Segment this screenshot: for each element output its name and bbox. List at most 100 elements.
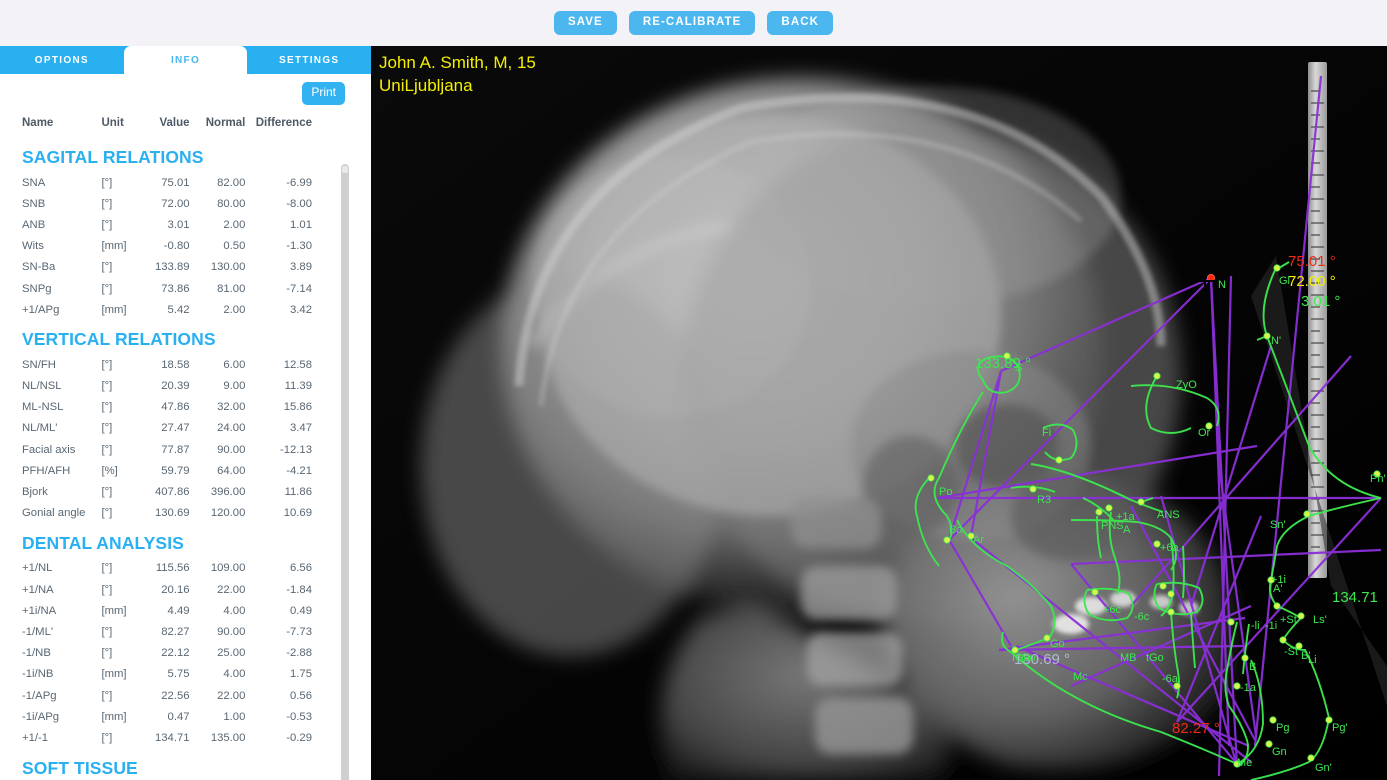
cell-value: 82.27 bbox=[161, 625, 190, 638]
cell-unit: [°] bbox=[101, 218, 113, 231]
table-row[interactable]: -1/APg [°] 22.56 22.00 0.56 bbox=[22, 685, 312, 706]
table-row[interactable]: ML-NSL [°] 47.86 32.00 15.86 bbox=[22, 397, 312, 418]
table-row[interactable]: NL/NSL [°] 20.39 9.00 11.39 bbox=[22, 376, 312, 397]
save-button[interactable]: SAVE bbox=[553, 10, 617, 36]
table-row[interactable]: SN/FH [°] 18.58 6.00 12.58 bbox=[22, 354, 312, 375]
cell-name: +1/NL bbox=[22, 562, 53, 575]
section-header-row: SAGITAL RELATIONS bbox=[22, 138, 312, 172]
cell-unit: [mm] bbox=[101, 668, 127, 681]
cell-name: ML-NSL bbox=[22, 401, 64, 414]
table-row[interactable]: Gonial angle [°] 130.69 120.00 10.69 bbox=[22, 503, 312, 524]
table-row[interactable]: -1/NB [°] 22.12 25.00 -2.88 bbox=[22, 643, 312, 664]
cell-value: 407.86 bbox=[154, 486, 190, 499]
table-row[interactable]: +1/NA [°] 20.16 22.00 -1.84 bbox=[22, 579, 312, 600]
table-row[interactable]: -1i/NB [mm] 5.75 4.00 1.75 bbox=[22, 664, 312, 685]
cell-unit: [°] bbox=[101, 625, 113, 638]
cell-value: 4.49 bbox=[167, 604, 190, 617]
cell-unit: [°] bbox=[101, 176, 113, 189]
cell-unit: [°] bbox=[101, 562, 113, 575]
cell-unit: [°] bbox=[101, 443, 113, 456]
cell-value: 115.56 bbox=[155, 562, 190, 575]
top-toolbar: SAVE RE-CALIBRATE BACK bbox=[0, 0, 1387, 46]
table-row[interactable]: SNB [°] 72.00 80.00 -8.00 bbox=[22, 193, 312, 214]
cell-value: 27.47 bbox=[161, 422, 190, 435]
cell-value: 77.87 bbox=[161, 443, 190, 456]
cell-name: -1i/NB bbox=[22, 668, 54, 681]
col-header-difference: Difference bbox=[255, 117, 312, 129]
table-row[interactable]: Facial axis [°] 77.87 90.00 -12.13 bbox=[22, 439, 312, 460]
table-row[interactable]: Wits [mm] -0.80 0.50 -1.30 bbox=[22, 236, 312, 257]
table-row[interactable]: ANB [°] 3.01 2.00 1.01 bbox=[22, 214, 312, 235]
recalibrate-button[interactable]: RE-CALIBRATE bbox=[628, 10, 756, 36]
cell-value: 59.79 bbox=[161, 464, 190, 477]
table-row[interactable]: PFH/AFH [%] 59.79 64.00 -4.21 bbox=[22, 460, 312, 481]
cell-value: 130.69 bbox=[154, 507, 190, 520]
cell-name: +1/APg bbox=[22, 303, 60, 316]
cell-difference: 3.42 bbox=[290, 303, 312, 316]
cell-difference: -2.88 bbox=[286, 647, 312, 660]
table-row[interactable]: +1/NL [°] 115.56 109.00 6.56 bbox=[22, 558, 312, 579]
cell-unit: [mm] bbox=[101, 710, 127, 723]
cell-normal: 82.00 bbox=[217, 176, 246, 189]
measurements-table: Name Unit Value Normal Difference SAGITA… bbox=[22, 112, 312, 780]
cell-name: Gonial angle bbox=[22, 507, 86, 520]
cell-value: 20.39 bbox=[161, 380, 190, 393]
tab-options[interactable]: OPTIONS bbox=[0, 46, 124, 74]
cell-unit: [°] bbox=[101, 486, 113, 499]
cell-name: Wits bbox=[22, 240, 44, 253]
cell-difference: 1.75 bbox=[290, 668, 312, 681]
cell-value: 73.86 bbox=[161, 282, 190, 295]
cephalogram-viewport[interactable]: John A. Smith, M, 15 UniLjubljana 75.01 … bbox=[371, 46, 1387, 780]
table-row[interactable]: +1/-1 [°] 134.71 135.00 -0.29 bbox=[22, 727, 312, 748]
cell-difference: -4.21 bbox=[286, 464, 312, 477]
cell-difference: -6.99 bbox=[286, 176, 312, 189]
table-row[interactable]: SNPg [°] 73.86 81.00 -7.14 bbox=[22, 278, 312, 299]
cell-difference: 12.58 bbox=[283, 358, 312, 371]
analysis-panel: OPTIONS INFO SETTINGS Print Name Unit Va… bbox=[0, 46, 372, 780]
section-title: SAGITAL RELATIONS bbox=[22, 147, 204, 167]
cell-value: 5.75 bbox=[167, 668, 190, 681]
cell-value: 72.00 bbox=[161, 197, 190, 210]
table-row[interactable]: NL/ML' [°] 27.47 24.00 3.47 bbox=[22, 418, 312, 439]
cell-unit: [°] bbox=[101, 422, 113, 435]
cell-normal: 22.00 bbox=[217, 689, 246, 702]
table-row[interactable]: +1/APg [mm] 5.42 2.00 3.42 bbox=[22, 299, 312, 320]
cell-name: Bjork bbox=[22, 486, 48, 499]
cell-difference: 0.56 bbox=[290, 689, 312, 702]
cell-unit: [mm] bbox=[101, 303, 127, 316]
table-row[interactable]: Bjork [°] 407.86 396.00 11.86 bbox=[22, 481, 312, 502]
section-header-row: SOFT TISSUE bbox=[22, 749, 312, 780]
cell-normal: 130.00 bbox=[210, 261, 246, 274]
table-row[interactable]: +1i/NA [mm] 4.49 4.00 0.49 bbox=[22, 600, 312, 621]
cell-name: SNPg bbox=[22, 282, 52, 295]
table-row[interactable]: SN-Ba [°] 133.89 130.00 3.89 bbox=[22, 257, 312, 278]
table-row[interactable]: SNA [°] 75.01 82.00 -6.99 bbox=[22, 172, 312, 193]
table-row[interactable]: -1i/APg [mm] 0.47 1.00 -0.53 bbox=[22, 706, 312, 727]
panel-scrollbar-track[interactable] bbox=[341, 164, 349, 780]
back-button[interactable]: BACK bbox=[767, 10, 834, 36]
cell-normal: 2.00 bbox=[223, 218, 246, 231]
cell-name: SN-Ba bbox=[22, 261, 56, 274]
cell-unit: [°] bbox=[101, 358, 113, 371]
cell-normal: 120.00 bbox=[210, 507, 246, 520]
tab-info[interactable]: INFO bbox=[123, 46, 248, 74]
print-button[interactable]: Print bbox=[302, 82, 345, 105]
tab-settings[interactable]: SETTINGS bbox=[247, 46, 372, 74]
cell-normal: 1.00 bbox=[223, 710, 246, 723]
cell-value: 18.58 bbox=[161, 358, 190, 371]
cell-unit: [°] bbox=[101, 731, 113, 744]
table-header-row: Name Unit Value Normal Difference bbox=[22, 112, 312, 138]
section-header-row: DENTAL ANALYSIS bbox=[22, 524, 312, 558]
panel-scrollbar-thumb[interactable] bbox=[341, 164, 349, 780]
table-row[interactable]: -1/ML' [°] 82.27 90.00 -7.73 bbox=[22, 621, 312, 642]
cell-difference: -8.00 bbox=[286, 197, 312, 210]
cell-unit: [°] bbox=[101, 261, 113, 274]
cell-difference: -12.13 bbox=[279, 443, 312, 456]
cell-normal: 90.00 bbox=[217, 625, 246, 638]
table-head: Name Unit Value Normal Difference bbox=[22, 112, 312, 138]
cell-value: 3.01 bbox=[167, 218, 190, 231]
cell-normal: 0.50 bbox=[223, 240, 246, 253]
cell-difference: 0.49 bbox=[290, 604, 312, 617]
cell-normal: 22.00 bbox=[217, 583, 246, 596]
col-header-name: Name bbox=[22, 117, 54, 129]
